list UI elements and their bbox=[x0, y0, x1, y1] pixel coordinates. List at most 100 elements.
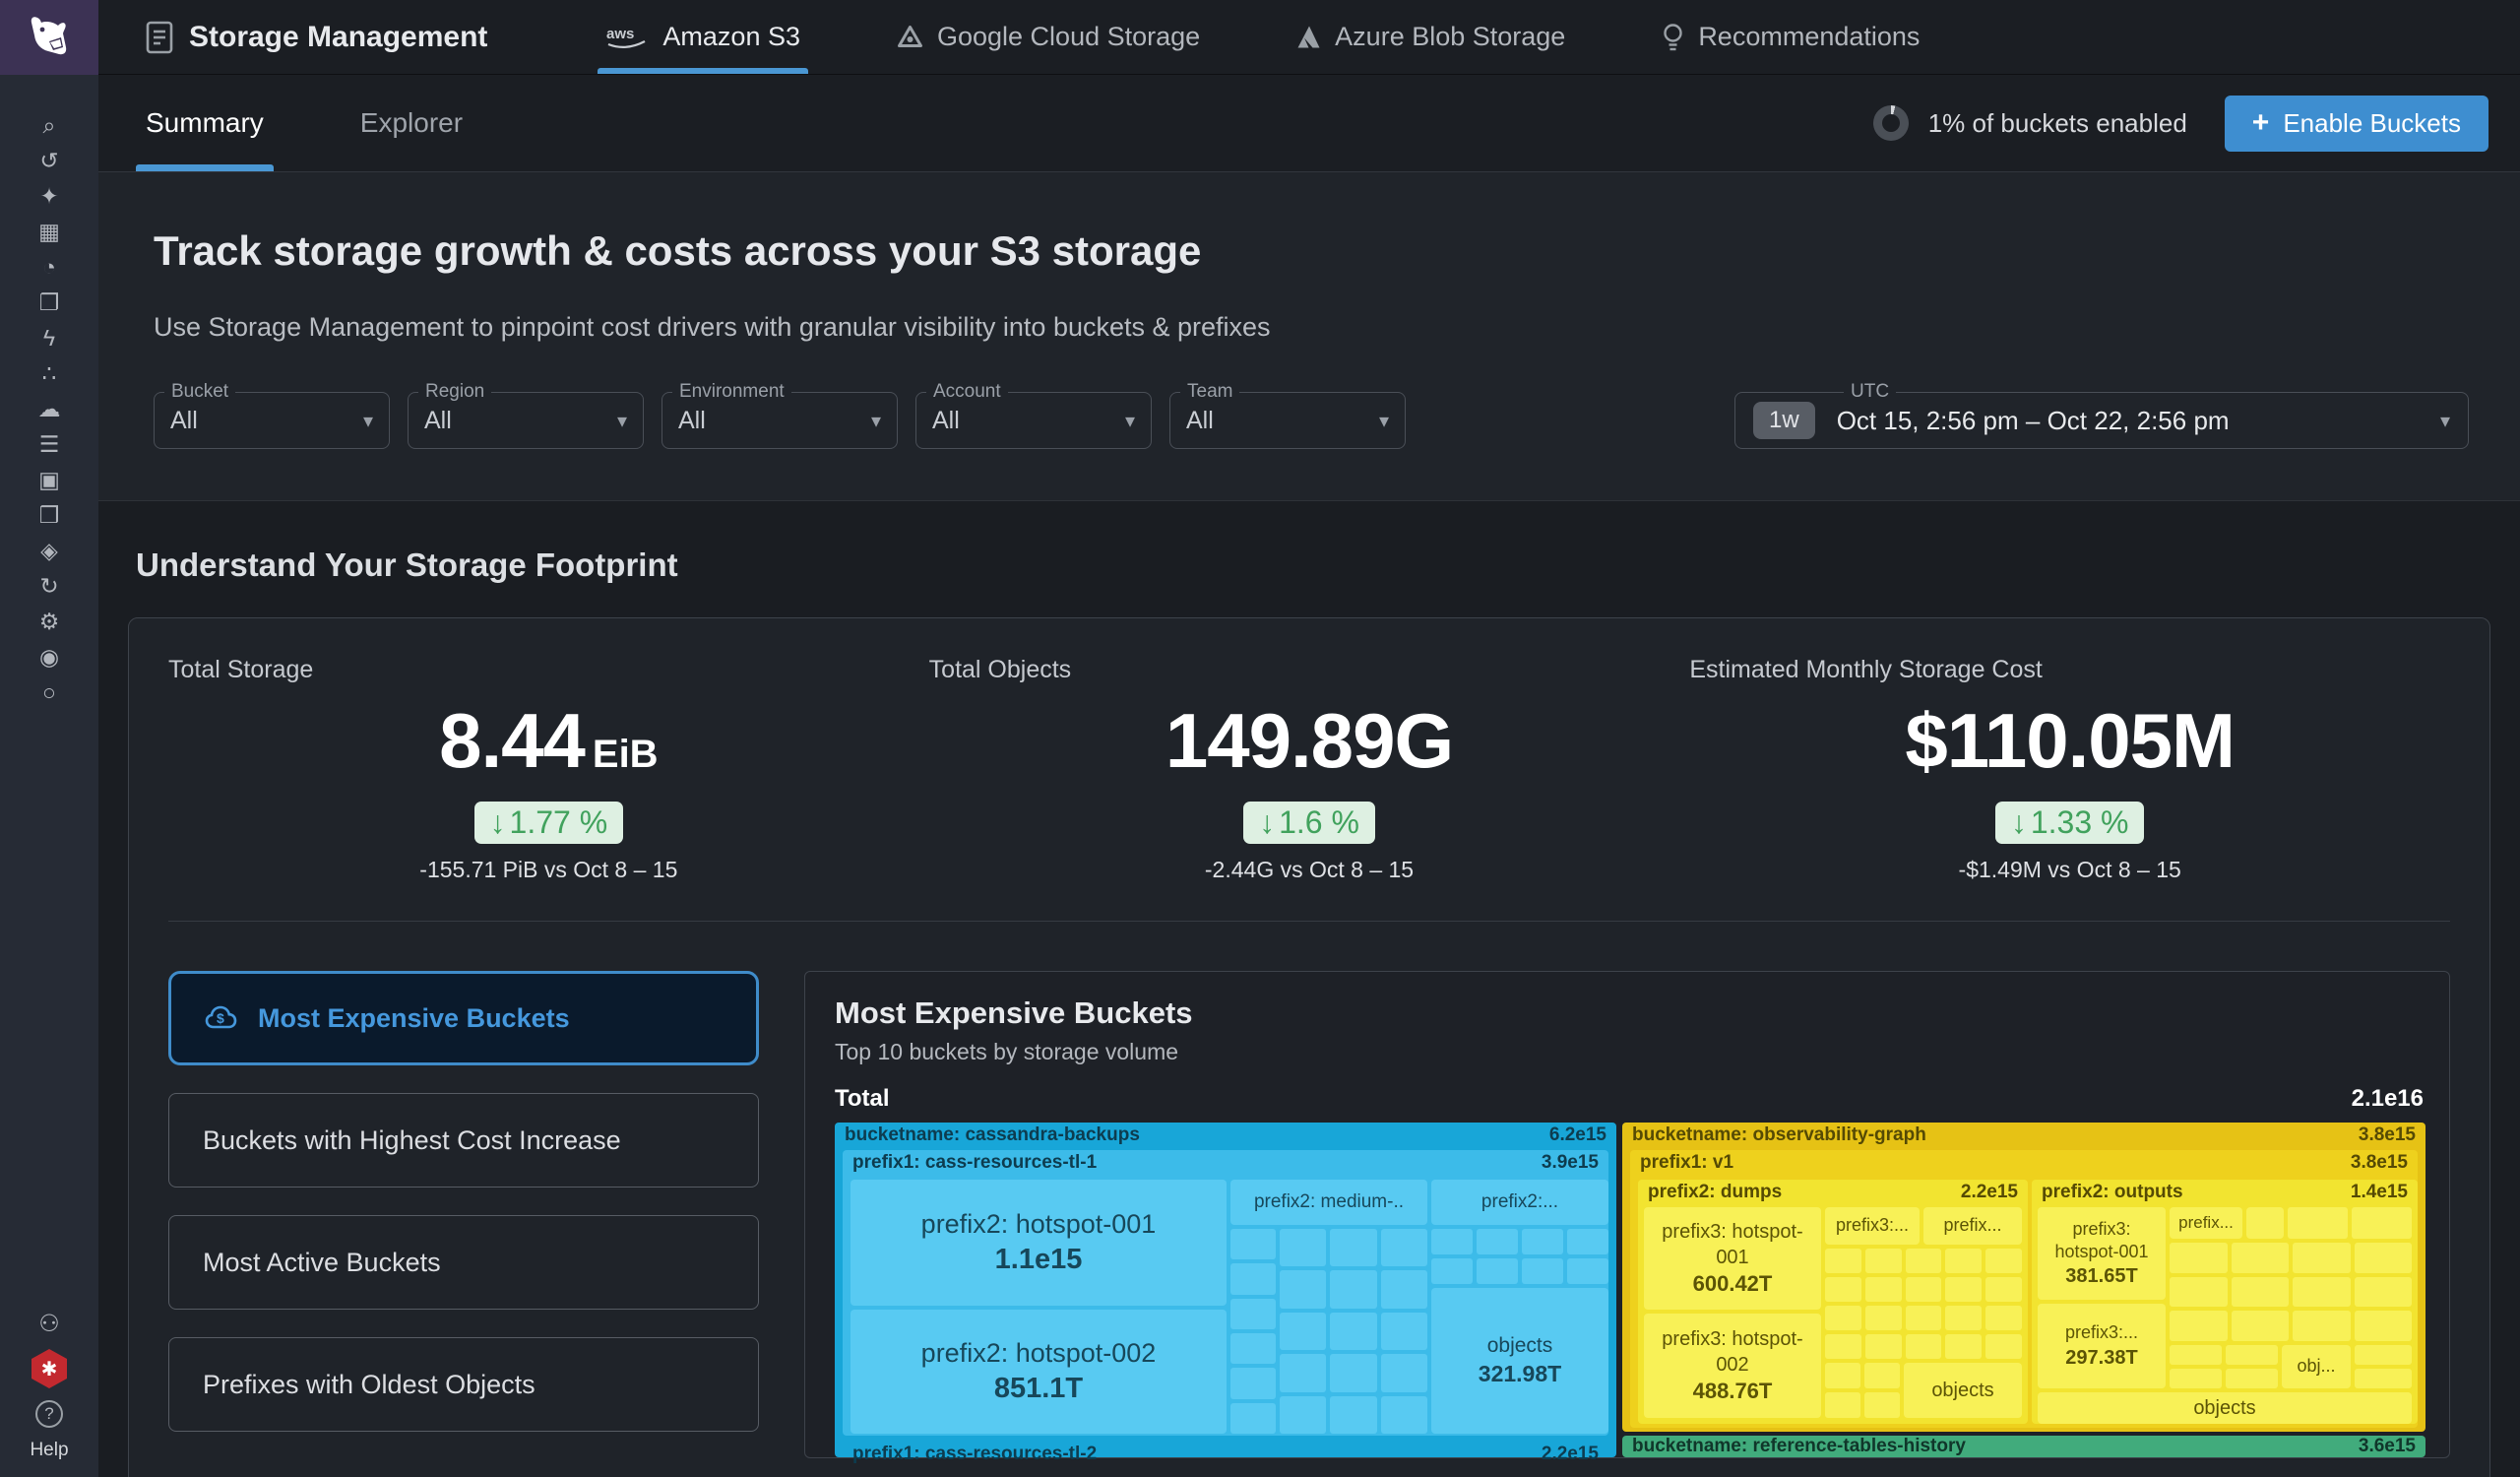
tab-amazon-s3[interactable]: awsAmazon S3 bbox=[605, 0, 800, 74]
datadog-logo[interactable] bbox=[0, 0, 98, 75]
cell-outputs-objects[interactable]: objects bbox=[2038, 1392, 2412, 1424]
account-filter[interactable]: AccountAll▾ bbox=[915, 392, 1152, 449]
treemap-grid-cell[interactable] bbox=[1906, 1306, 1942, 1330]
settings-gear-icon[interactable]: ⚙ bbox=[20, 609, 79, 634]
treemap-grid-cell[interactable] bbox=[2232, 1311, 2290, 1341]
treemap-grid-cell[interactable] bbox=[1431, 1229, 1473, 1254]
treemap-grid-cell[interactable] bbox=[1825, 1334, 1861, 1359]
treemap-grid-cell[interactable] bbox=[1230, 1299, 1276, 1329]
treemap-grid-cell[interactable] bbox=[2170, 1369, 2222, 1388]
treemap-grid-cell[interactable] bbox=[1280, 1354, 1326, 1391]
bucket-filter[interactable]: BucketAll▾ bbox=[154, 392, 390, 449]
treemap-grid-cell[interactable] bbox=[1477, 1258, 1518, 1284]
treemap-grid-cell[interactable] bbox=[1230, 1263, 1276, 1294]
treemap-grid-cell[interactable] bbox=[2355, 1345, 2412, 1365]
treemap-grid-cell[interactable] bbox=[1906, 1277, 1942, 1302]
sparkle-icon[interactable]: ✦ bbox=[20, 183, 79, 209]
treemap-grid-cell[interactable] bbox=[1864, 1363, 1900, 1388]
treemap-grid-cell[interactable] bbox=[1865, 1249, 1902, 1273]
serverless-icon[interactable]: ☁ bbox=[20, 396, 79, 421]
bucket-cassandra-backups-header[interactable]: bucketname: cassandra-backups6.2e15 bbox=[835, 1123, 1616, 1148]
watchdog-icon[interactable]: ↺ bbox=[20, 148, 79, 173]
treemap-grid-cell[interactable] bbox=[1825, 1363, 1860, 1388]
infrastructure-icon[interactable]: ❐ bbox=[20, 289, 79, 315]
treemap-grid-cell[interactable] bbox=[1985, 1277, 2022, 1302]
help-icon[interactable]: ? bbox=[35, 1400, 63, 1428]
cell-dumps-hotspot-002[interactable]: prefix3: hotspot-002488.76T bbox=[1644, 1314, 1821, 1418]
tab-summary[interactable]: Summary bbox=[146, 75, 264, 171]
cell-dumps-prefix-more[interactable]: prefix... bbox=[1923, 1207, 2022, 1245]
treemap-grid-cell[interactable] bbox=[2355, 1277, 2413, 1308]
treemap-grid-cell[interactable] bbox=[1825, 1306, 1861, 1330]
prefix1-v1-header[interactable]: prefix1: v13.8e15 bbox=[1630, 1150, 2418, 1176]
view-button-buckets-with-highest-cost-increase[interactable]: Buckets with Highest Cost Increase bbox=[168, 1093, 759, 1188]
cell-dumps-objects[interactable]: objects bbox=[1904, 1363, 2022, 1418]
time-range-picker[interactable]: UTC 1w Oct 15, 2:56 pm – Oct 22, 2:56 pm… bbox=[1734, 392, 2469, 449]
treemap-grid-cell[interactable] bbox=[1330, 1229, 1376, 1266]
treemap-grid-cell[interactable] bbox=[2170, 1243, 2228, 1273]
search-icon[interactable]: ⌕ bbox=[20, 112, 79, 138]
treemap-grid-cell[interactable] bbox=[1381, 1270, 1427, 1308]
treemap-grid-cell[interactable] bbox=[1330, 1354, 1376, 1391]
treemap-grid-cell[interactable] bbox=[2170, 1311, 2228, 1341]
treemap-grid-cell[interactable] bbox=[1985, 1334, 2022, 1359]
treemap-grid-cell[interactable] bbox=[1381, 1396, 1427, 1434]
view-button-most-expensive-buckets[interactable]: $Most Expensive Buckets bbox=[168, 971, 759, 1065]
ci-pipelines-icon[interactable]: ↻ bbox=[20, 573, 79, 599]
cell-outputs-small[interactable] bbox=[2246, 1207, 2284, 1239]
cell-medium[interactable]: prefix2: medium-.. bbox=[1230, 1180, 1427, 1225]
environment-filter[interactable]: EnvironmentAll▾ bbox=[662, 392, 898, 449]
prefix1-cass-resources-tl-1-header[interactable]: prefix1: cass-resources-tl-13.9e15 bbox=[843, 1150, 1608, 1176]
cell-dumps-hotspot-001[interactable]: prefix3: hotspot-001600.42T bbox=[1644, 1207, 1821, 1310]
cell-outputs-obj[interactable]: obj... bbox=[2282, 1345, 2351, 1388]
treemap-grid-cell[interactable] bbox=[2352, 1207, 2412, 1239]
cell-objects-cassandra[interactable]: objects321.98T bbox=[1431, 1288, 1608, 1434]
treemap-grid-cell[interactable] bbox=[1522, 1229, 1563, 1254]
treemap-grid-cell[interactable] bbox=[1906, 1249, 1942, 1273]
tab-azure-blob-storage[interactable]: Azure Blob Storage bbox=[1296, 0, 1565, 74]
cell-dumps-prefix3-more[interactable]: prefix3:... bbox=[1825, 1207, 1920, 1245]
treemap-grid-cell[interactable] bbox=[2170, 1277, 2228, 1308]
invite-user-icon[interactable]: ⚇ bbox=[20, 1312, 79, 1337]
treemap-grid-cell[interactable] bbox=[2355, 1243, 2413, 1273]
bucket-observability-graph-header[interactable]: bucketname: observability-graph3.8e15 bbox=[1622, 1123, 2426, 1148]
treemap-grid-cell[interactable] bbox=[1330, 1313, 1376, 1350]
treemap-grid-cell[interactable] bbox=[1477, 1229, 1518, 1254]
treemap-grid-cell[interactable] bbox=[1280, 1270, 1326, 1308]
service-map-icon[interactable]: ∴ bbox=[20, 360, 79, 386]
team-filter[interactable]: TeamAll▾ bbox=[1169, 392, 1406, 449]
bucket-reference-tables-header[interactable]: bucketname: reference-tables-history3.6e… bbox=[1622, 1436, 2426, 1457]
treemap-grid-cell[interactable] bbox=[2355, 1311, 2413, 1341]
org-avatar[interactable]: ✱ bbox=[32, 1349, 67, 1388]
metrics-icon[interactable]: ▦ bbox=[20, 219, 79, 244]
prefix2-outputs-header[interactable]: prefix2: outputs1.4e15 bbox=[2032, 1180, 2418, 1204]
integrations-icon[interactable]: ❒ bbox=[20, 502, 79, 528]
view-button-prefixes-with-oldest-objects[interactable]: Prefixes with Oldest Objects bbox=[168, 1337, 759, 1432]
treemap-grid-cell[interactable] bbox=[2232, 1277, 2290, 1308]
treemap-grid-cell[interactable] bbox=[1825, 1392, 1860, 1418]
treemap-grid-cell[interactable] bbox=[1945, 1277, 1982, 1302]
cell-outputs-297[interactable]: prefix3:...297.38T bbox=[2038, 1304, 2166, 1388]
treemap-grid-cell[interactable] bbox=[1945, 1334, 1982, 1359]
treemap-grid-cell[interactable] bbox=[1985, 1306, 2022, 1330]
cell-outputs-hotspot-001[interactable]: prefix3:hotspot-001381.65T bbox=[2038, 1207, 2166, 1300]
treemap-grid-cell[interactable] bbox=[1431, 1258, 1473, 1284]
cell-hotspot-002[interactable]: prefix2: hotspot-002851.1T bbox=[850, 1310, 1227, 1434]
treemap-grid-cell[interactable] bbox=[2170, 1345, 2222, 1365]
treemap-grid-cell[interactable] bbox=[1330, 1396, 1376, 1434]
apm-icon[interactable]: ϟ bbox=[20, 325, 79, 351]
logs-icon[interactable]: ☰ bbox=[20, 431, 79, 457]
monitors-icon[interactable]: ◉ bbox=[20, 644, 79, 670]
region-filter[interactable]: RegionAll▾ bbox=[408, 392, 644, 449]
treemap-grid-cell[interactable] bbox=[2293, 1277, 2351, 1308]
treemap-grid-cell[interactable] bbox=[1280, 1313, 1326, 1350]
treemap-grid-cell[interactable] bbox=[1825, 1249, 1861, 1273]
treemap-grid-cell[interactable] bbox=[1230, 1333, 1276, 1364]
enable-buckets-button[interactable]: + Enable Buckets bbox=[2225, 96, 2488, 152]
treemap-grid-cell[interactable] bbox=[1567, 1258, 1608, 1284]
treemap-grid-cell[interactable] bbox=[2232, 1243, 2290, 1273]
treemap-grid-cell[interactable] bbox=[2226, 1369, 2278, 1388]
treemap-grid-cell[interactable] bbox=[1825, 1277, 1861, 1302]
view-button-most-active-buckets[interactable]: Most Active Buckets bbox=[168, 1215, 759, 1310]
prefix2-dumps-header[interactable]: prefix2: dumps2.2e15 bbox=[1638, 1180, 2028, 1204]
